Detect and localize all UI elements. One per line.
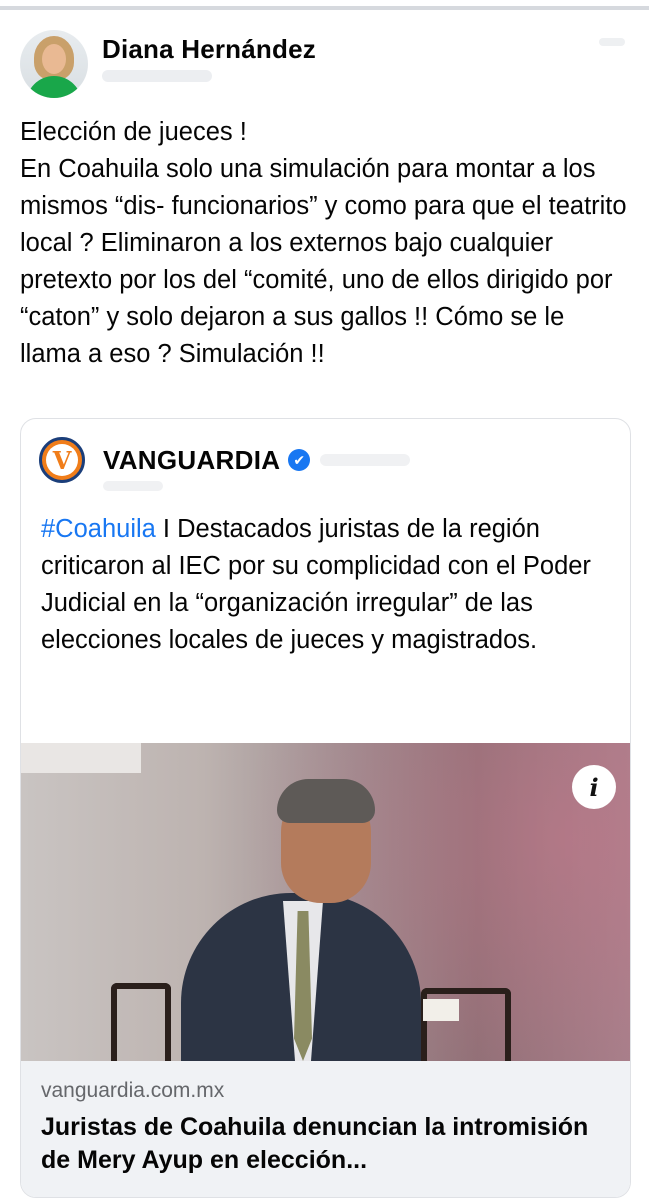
avatar-face — [42, 44, 66, 74]
author-name[interactable]: Diana Hernández — [102, 34, 316, 64]
link-preview-footer[interactable]: vanguardia.com.mx Juristas de Coahuila d… — [21, 1061, 630, 1197]
link-domain: vanguardia.com.mx — [41, 1079, 225, 1102]
post-text: Elección de jueces ! En Coahuila solo un… — [20, 118, 627, 368]
hashtag-link[interactable]: #Coahuila — [41, 515, 156, 543]
avatar-shirt — [26, 76, 82, 98]
article-photo[interactable]: i — [21, 743, 630, 1061]
more-options-icon[interactable] — [599, 38, 625, 46]
photo-person-hair — [277, 779, 375, 823]
logo-letter: V — [46, 444, 78, 476]
author-avatar[interactable] — [20, 30, 88, 98]
verified-badge-icon: ✔ — [288, 449, 311, 471]
author-info: Diana Hernández — [102, 30, 316, 82]
vanguardia-logo-icon[interactable]: V — [39, 437, 85, 483]
info-icon[interactable]: i — [572, 765, 616, 809]
photo-name-card — [423, 999, 459, 1021]
shared-post-text: #Coahuila I Destacados juristas de la re… — [41, 511, 616, 659]
top-divider — [0, 6, 649, 10]
shared-post-card[interactable]: V VANGUARDIA ✔ #Coahuila I Destacados ju… — [20, 418, 631, 1198]
shared-post-meta-redacted-2 — [103, 481, 163, 491]
photo-chair-left — [111, 983, 171, 1061]
shared-post-header: V VANGUARDIA ✔ — [39, 437, 411, 483]
post-timestamp-redacted — [102, 70, 212, 82]
photo-lamp — [21, 743, 141, 773]
post-header: Diana Hernández — [20, 30, 316, 98]
link-title[interactable]: Juristas de Coahuila denuncian la introm… — [41, 1111, 616, 1177]
shared-page-name[interactable]: VANGUARDIA — [103, 445, 280, 476]
shared-post-meta-redacted — [320, 454, 411, 466]
